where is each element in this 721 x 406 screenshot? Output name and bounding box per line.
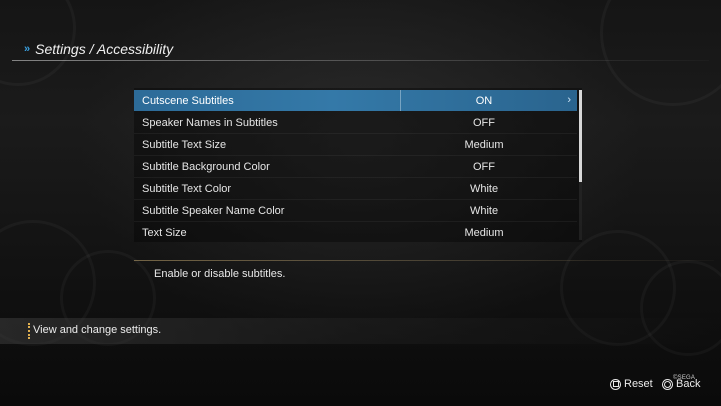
setting-label: Cutscene Subtitles xyxy=(134,90,401,111)
settings-scrollbar[interactable] xyxy=(579,90,582,240)
page-header: » Settings / Accessibility xyxy=(0,36,721,62)
reset-button[interactable]: Reset xyxy=(610,378,653,390)
chevron-right-icon: » xyxy=(24,43,30,55)
settings-screen: » Settings / Accessibility Cutscene Subt… xyxy=(0,0,721,406)
setting-row-subtitle-text-size[interactable]: Subtitle Text Size Medium xyxy=(134,134,577,155)
reset-label: Reset xyxy=(624,378,653,390)
setting-value: OFF xyxy=(473,160,495,173)
setting-value: White xyxy=(469,182,499,195)
setting-description: Enable or disable subtitles. xyxy=(154,268,286,280)
setting-row-subtitle-background-color[interactable]: Subtitle Background Color OFF xyxy=(134,156,577,177)
setting-value: White xyxy=(469,204,499,217)
setting-row-speaker-name-color[interactable]: Subtitle Speaker Name Color White xyxy=(134,200,577,221)
setting-value: Medium xyxy=(464,138,504,151)
description-divider xyxy=(134,260,714,261)
setting-value: Medium xyxy=(464,226,504,239)
circle-button-icon xyxy=(662,378,673,390)
sega-logo: ©SEGA xyxy=(673,375,696,381)
help-text: View and change settings. xyxy=(33,324,162,336)
help-bar: View and change settings. xyxy=(0,318,721,344)
setting-row-text-size[interactable]: Text Size Medium xyxy=(134,222,577,243)
header-divider xyxy=(12,60,709,61)
chevron-right-icon[interactable]: › xyxy=(567,94,571,106)
help-marker xyxy=(28,323,32,339)
setting-label: Speaker Names in Subtitles xyxy=(142,116,278,129)
scrollbar-thumb[interactable] xyxy=(579,90,582,182)
square-button-icon xyxy=(610,378,621,390)
page-title: » Settings / Accessibility xyxy=(24,41,173,57)
setting-label: Text Size xyxy=(142,226,187,239)
setting-row-speaker-names[interactable]: Speaker Names in Subtitles OFF xyxy=(134,112,577,133)
setting-row-subtitle-text-color[interactable]: Subtitle Text Color White xyxy=(134,178,577,199)
setting-label: Subtitle Speaker Name Color xyxy=(142,204,285,217)
setting-row-cutscene-subtitles[interactable]: Cutscene Subtitles ON › xyxy=(134,90,577,111)
setting-label: Subtitle Background Color xyxy=(142,160,270,173)
page-title-text: Settings / Accessibility xyxy=(35,41,174,57)
setting-value: OFF xyxy=(473,116,495,129)
setting-label: Subtitle Text Color xyxy=(142,182,232,195)
settings-list: Cutscene Subtitles ON › Speaker Names in… xyxy=(134,88,582,242)
setting-value: ON xyxy=(475,94,493,107)
setting-label: Subtitle Text Size xyxy=(142,138,227,151)
